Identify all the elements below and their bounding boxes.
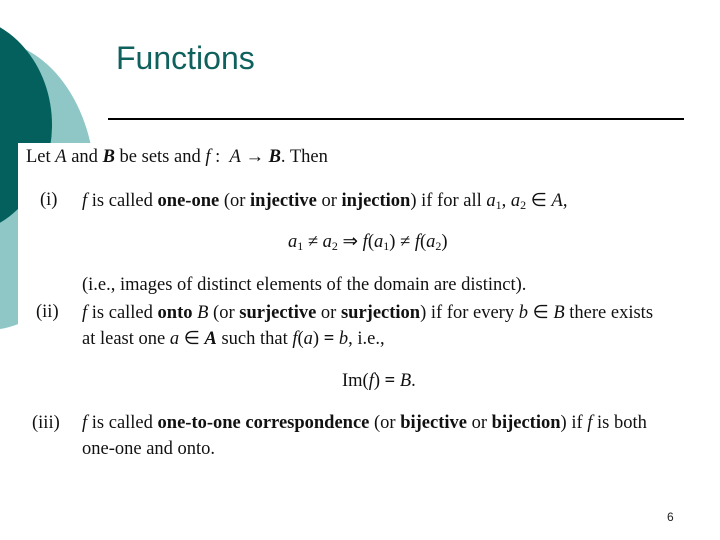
slide-title: Functions <box>116 40 255 76</box>
item-label-ii: (ii) <box>36 302 59 322</box>
item-iii-text: f is called one-to-one correspondence (o… <box>82 413 647 433</box>
item-label-i: (i) <box>40 190 58 210</box>
definition-content: Let A and B be sets and f : A → B. Then … <box>18 143 708 473</box>
intro-text: Let A and B be sets and f : A → B. Then <box>26 147 328 167</box>
item-iii-text2: one-one and onto. <box>82 439 216 459</box>
page-number: 6 <box>667 510 674 524</box>
item-ii-text: f is called onto B (or surjective or sur… <box>82 303 654 323</box>
item-i-formula: a1 ≠ a2 ⇒ f(a1) ≠ f(a2) <box>288 232 448 253</box>
item-ii-text2: at least one a ∈ A such that f(a) = b, i… <box>82 329 385 349</box>
item-i-note: (i.e., images of distinct elements of th… <box>82 275 527 295</box>
title-divider <box>108 118 684 120</box>
item-ii-formula: Im(f) = B. <box>342 371 416 391</box>
item-i-text: f is called one-one (or injective or inj… <box>82 191 568 212</box>
item-label-iii: (iii) <box>32 413 60 433</box>
